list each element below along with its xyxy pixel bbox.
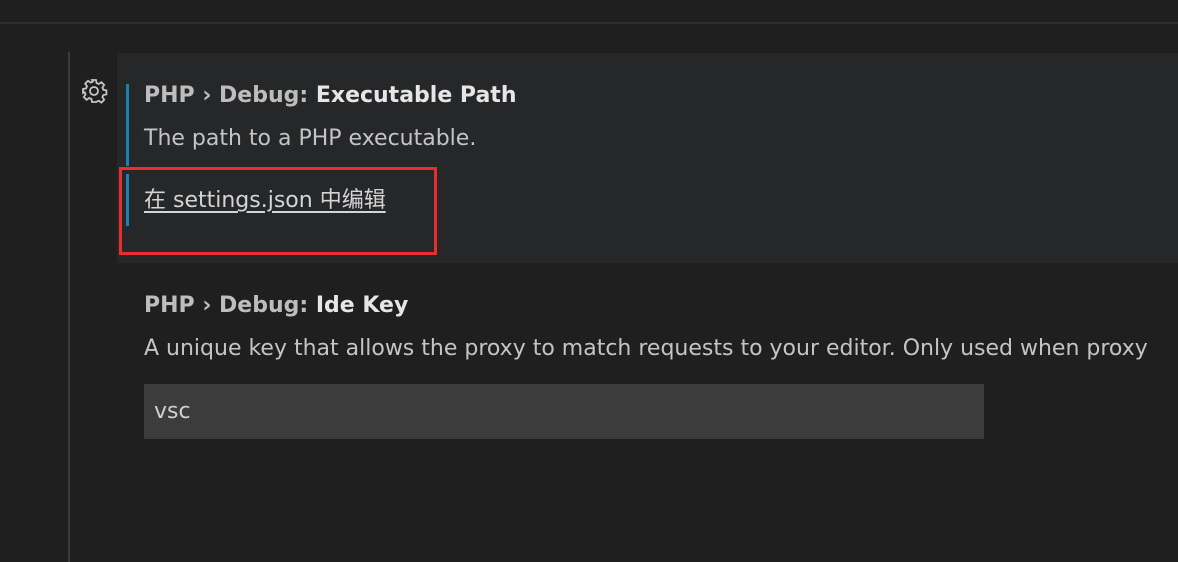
setting-description: The path to a PHP executable. — [144, 126, 477, 151]
setting-name: Ide Key — [315, 293, 409, 318]
setting-description: A unique key that allows the proxy to ma… — [144, 336, 1148, 361]
gear-icon[interactable] — [80, 77, 108, 105]
indent-guide — [68, 52, 70, 562]
setting-title: PHP › Debug: Executable Path — [144, 82, 516, 110]
setting-category: PHP › Debug: — [144, 83, 316, 108]
highlight-annotation — [119, 167, 437, 255]
setting-category: PHP › Debug: — [144, 293, 316, 318]
setting-title: PHP › Debug: Ide Key — [144, 292, 408, 320]
modified-indicator — [126, 84, 129, 166]
editor-top-border — [0, 0, 1178, 24]
ide-key-input[interactable] — [144, 384, 984, 439]
setting-name: Executable Path — [315, 83, 517, 108]
